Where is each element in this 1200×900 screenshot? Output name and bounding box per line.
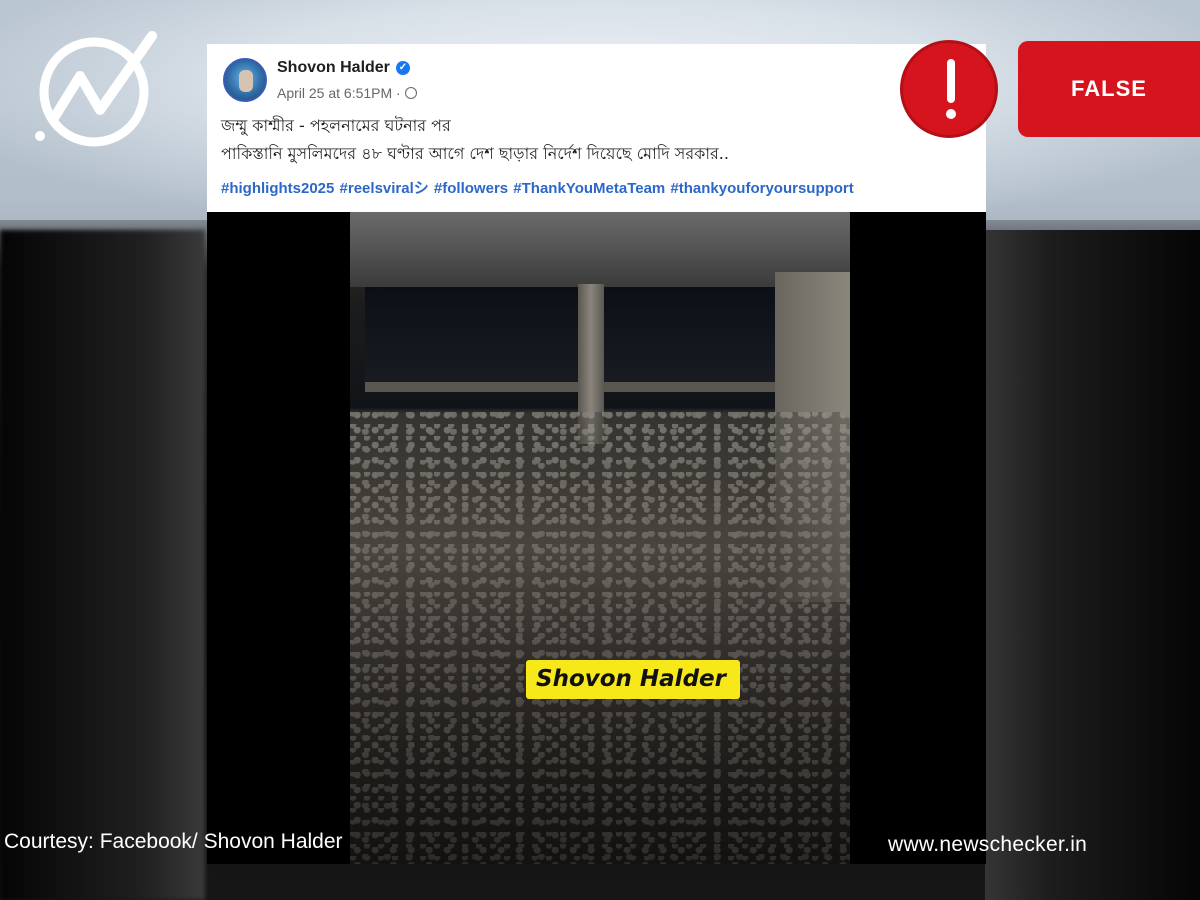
background-right-blur bbox=[985, 230, 1200, 900]
verdict-badge: FALSE bbox=[1018, 41, 1200, 137]
author-name[interactable]: Shovon Halder bbox=[277, 59, 390, 77]
background-left-blur bbox=[0, 230, 205, 900]
post-video[interactable]: Shovon Halder bbox=[207, 212, 986, 864]
post-text-line-1: জম্মু কাশ্মীর - পহলনামের ঘটনার পর bbox=[221, 116, 451, 135]
courtesy-caption: Courtesy: Facebook/ Shovon Halder bbox=[4, 830, 343, 853]
scene-window bbox=[365, 287, 785, 392]
post-timestamp[interactable]: April 25 at 6:51PM · bbox=[277, 85, 401, 101]
exclamation-icon bbox=[900, 40, 998, 138]
video-watermark: Shovon Halder bbox=[526, 660, 740, 699]
exclamation-bar bbox=[947, 59, 955, 103]
post-author[interactable]: Shovon Halder ✓ bbox=[277, 59, 410, 77]
video-frame: Shovon Halder bbox=[350, 212, 850, 864]
facebook-post: Shovon Halder ✓ April 25 at 6:51PM · জম্… bbox=[207, 44, 986, 212]
avatar[interactable] bbox=[223, 58, 267, 102]
post-text: জম্মু কাশ্মীর - পহলনামের ঘটনার পর পাকিস্… bbox=[221, 112, 971, 168]
post-text-line-2: পাকিস্তানি মুসলিমদের ৪৮ ঘণ্টার আগে দেশ ছ… bbox=[221, 144, 729, 163]
newschecker-logo-icon bbox=[35, 31, 157, 147]
post-meta: April 25 at 6:51PM · bbox=[277, 85, 417, 101]
site-url: www.newschecker.in bbox=[888, 833, 1088, 856]
exclamation-dot bbox=[946, 109, 956, 119]
post-hashtags[interactable]: #highlights2025 #reelsviralシ #followers … bbox=[221, 177, 981, 198]
verified-badge-icon: ✓ bbox=[395, 61, 410, 75]
globe-icon bbox=[404, 87, 417, 99]
scene-crowd-shade bbox=[350, 412, 850, 864]
